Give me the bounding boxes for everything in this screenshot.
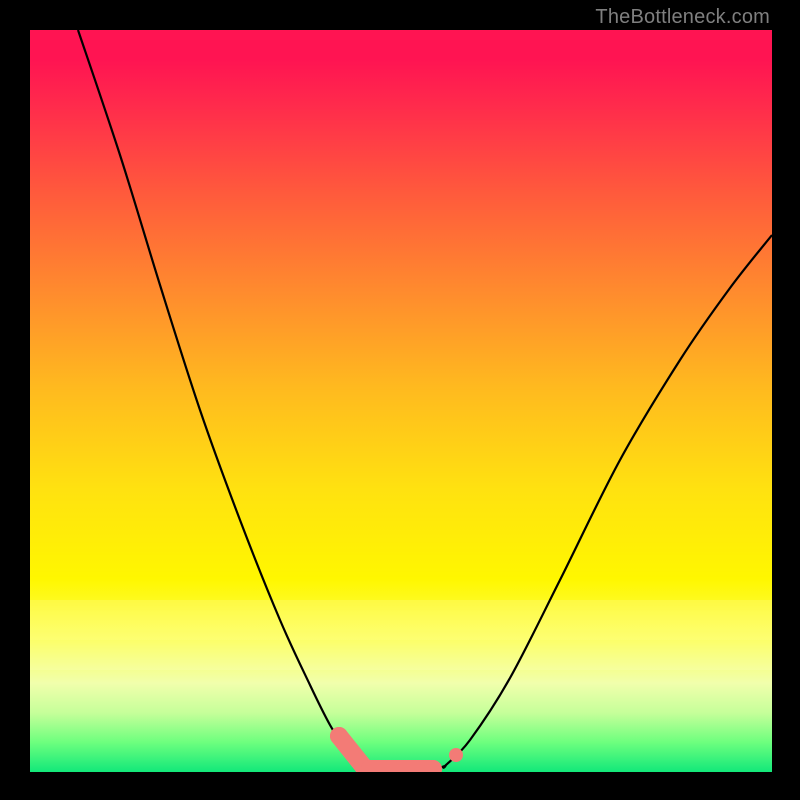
- marker-dot: [449, 748, 463, 762]
- curve-markers: [330, 727, 463, 772]
- attribution-text: TheBottleneck.com: [595, 6, 770, 29]
- curve-svg: [30, 30, 772, 772]
- bottleneck-curve: [78, 30, 772, 770]
- marker-endcap: [330, 727, 348, 745]
- outer-frame: TheBottleneck.com: [0, 0, 800, 800]
- plot-area: [30, 30, 772, 772]
